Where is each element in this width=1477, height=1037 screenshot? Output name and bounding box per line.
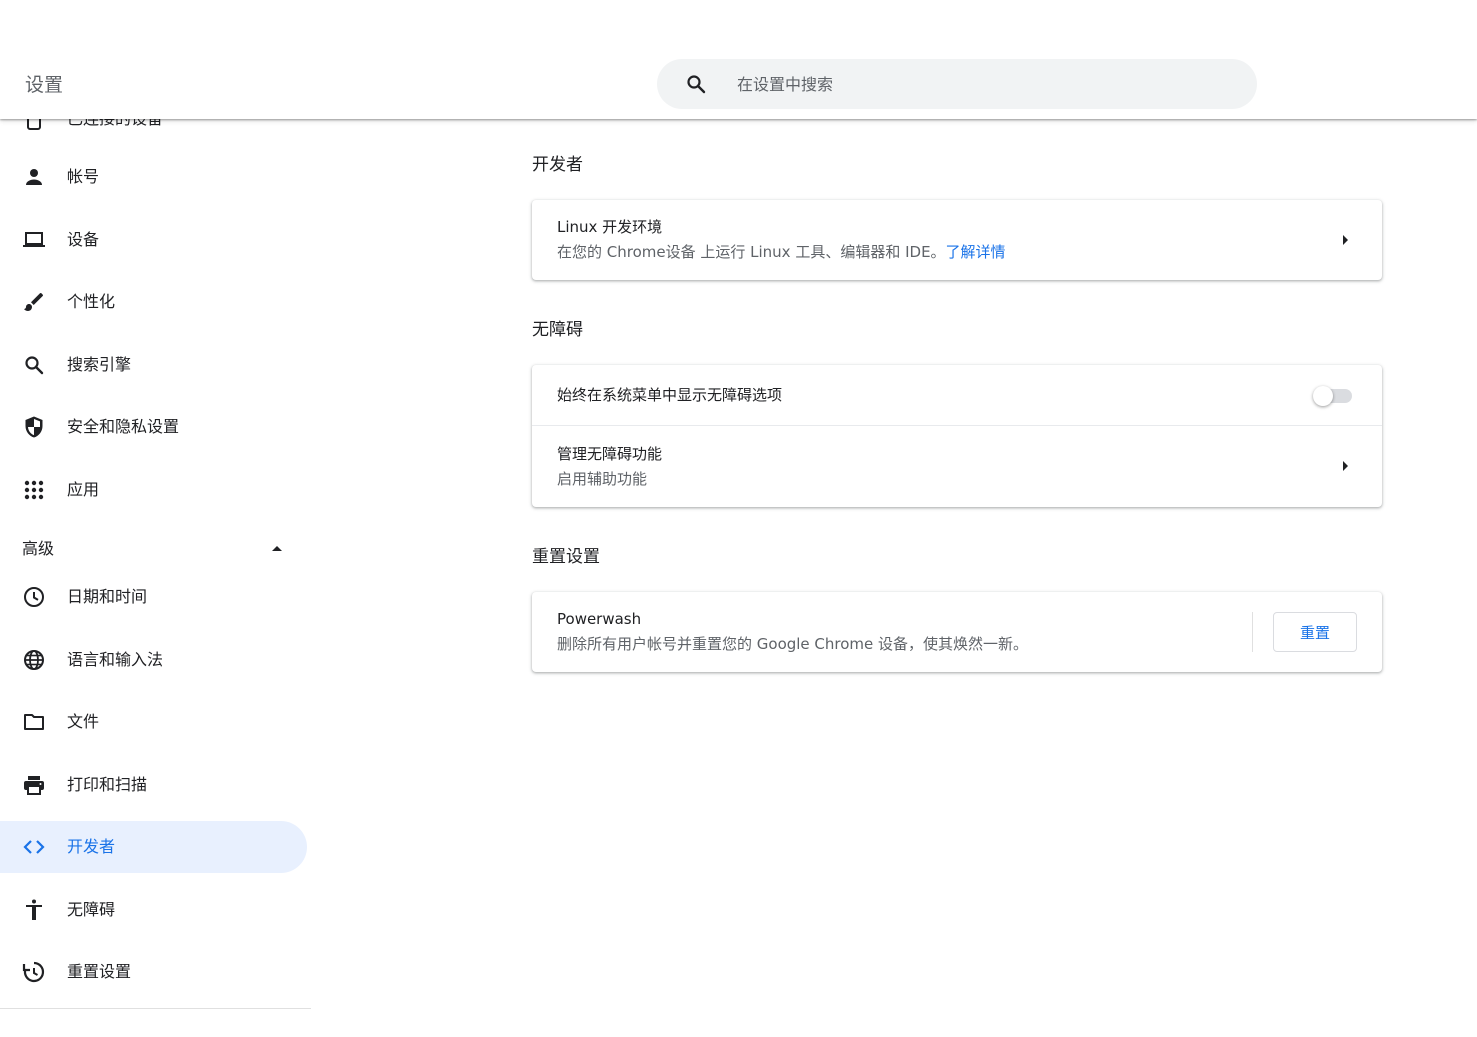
powerwash-row: Powerwash 删除所有用户帐号并重置您的 Google Chrome 设备… xyxy=(532,592,1382,672)
brush-icon xyxy=(24,293,43,311)
sidebar-item-connected-devices[interactable]: 已连接的设备 xyxy=(0,119,307,145)
sidebar-item-device[interactable]: 设备 xyxy=(0,214,307,266)
accessibility-icon xyxy=(26,899,42,920)
sidebar-item-files[interactable]: 文件 xyxy=(0,696,307,748)
page-title: 设置 xyxy=(25,74,64,96)
sidebar-item-label: 重置设置 xyxy=(67,962,132,981)
sidebar-item-print-scan[interactable]: 打印和扫描 xyxy=(0,759,307,811)
section-title-accessibility: 无障碍 xyxy=(532,320,583,340)
search-icon[interactable] xyxy=(684,72,708,96)
advanced-label: 高级 xyxy=(22,539,55,558)
sidebar-item-label: 安全和隐私设置 xyxy=(67,417,180,436)
folder-icon xyxy=(24,714,44,730)
sidebar-item-label: 已连接的设备 xyxy=(67,119,163,130)
sidebar-item-label: 搜索引擎 xyxy=(67,355,132,374)
search-input[interactable] xyxy=(737,59,1217,109)
person-icon xyxy=(26,169,42,185)
sidebar-item-label: 设备 xyxy=(67,230,100,249)
code-icon xyxy=(23,840,45,854)
powerwash-subtitle: 删除所有用户帐号并重置您的 Google Chrome 设备，使其焕然一新。 xyxy=(557,635,1029,653)
apps-grid-icon xyxy=(24,480,44,500)
sidebar: 已连接的设备 帐号 设备 个性化 搜索引擎 安全和隐私设置 应用 高级 日期和时… xyxy=(0,119,311,1037)
sidebar-item-personalization[interactable]: 个性化 xyxy=(0,276,307,328)
sidebar-item-reset-settings[interactable]: 重置设置 xyxy=(0,946,307,998)
linux-dev-env-row[interactable]: Linux 开发环境 在您的 Chrome设备 上运行 Linux 工具、编辑器… xyxy=(532,200,1382,280)
sidebar-item-label: 无障碍 xyxy=(67,900,116,919)
sidebar-item-search-engine[interactable]: 搜索引擎 xyxy=(0,339,307,391)
caret-up-icon xyxy=(272,546,282,551)
clock-icon xyxy=(24,587,44,607)
arrow-right-icon xyxy=(1343,461,1348,471)
sidebar-item-label: 帐号 xyxy=(67,167,100,186)
sidebar-item-label: 文件 xyxy=(67,712,100,731)
sidebar-item-label: 开发者 xyxy=(67,837,116,856)
sidebar-item-developers[interactable]: 开发者 xyxy=(0,821,307,873)
always-show-a11y-row[interactable]: 始终在系统菜单中显示无障碍选项 xyxy=(532,365,1382,425)
toggle-knob xyxy=(1313,386,1333,406)
globe-icon xyxy=(24,650,44,670)
always-show-a11y-toggle[interactable] xyxy=(1313,385,1353,406)
sidebar-divider xyxy=(0,1008,311,1009)
sidebar-item-label: 打印和扫描 xyxy=(67,775,148,794)
arrow-right-icon xyxy=(1343,235,1348,245)
sidebar-item-label: 日期和时间 xyxy=(67,587,148,606)
learn-more-link[interactable]: 了解详情 xyxy=(946,243,1006,261)
section-title-reset: 重置设置 xyxy=(532,547,600,567)
sidebar-item-label: 个性化 xyxy=(67,292,116,311)
sidebar-item-apps[interactable]: 应用 xyxy=(0,464,307,516)
sidebar-item-account[interactable]: 帐号 xyxy=(0,151,307,203)
manage-a11y-title: 管理无障碍功能 xyxy=(557,445,663,463)
restore-icon xyxy=(22,961,45,983)
sidebar-item-label: 语言和输入法 xyxy=(67,650,164,669)
linux-dev-env-subtitle: 在您的 Chrome设备 上运行 Linux 工具、编辑器和 IDE。了解详情 xyxy=(557,243,1006,261)
search-icon xyxy=(25,356,44,375)
sidebar-item-label: 应用 xyxy=(67,480,100,499)
reset-card: Powerwash 删除所有用户帐号并重置您的 Google Chrome 设备… xyxy=(532,592,1382,672)
top-header: 设置 xyxy=(0,0,1477,119)
manage-a11y-row[interactable]: 管理无障碍功能 启用辅助功能 xyxy=(532,426,1382,507)
shield-icon xyxy=(25,416,43,438)
accessibility-card: 始终在系统菜单中显示无障碍选项 管理无障碍功能 启用辅助功能 xyxy=(532,365,1382,507)
reset-button[interactable]: 重置 xyxy=(1273,612,1357,652)
sidebar-item-security-privacy[interactable]: 安全和隐私设置 xyxy=(0,401,307,453)
developers-card: Linux 开发环境 在您的 Chrome设备 上运行 Linux 工具、编辑器… xyxy=(532,200,1382,280)
sidebar-item-languages[interactable]: 语言和输入法 xyxy=(0,634,307,686)
laptop-icon xyxy=(23,232,45,247)
vertical-divider xyxy=(1252,612,1253,652)
sidebar-item-accessibility[interactable]: 无障碍 xyxy=(0,884,307,936)
printer-icon xyxy=(24,776,44,795)
section-title-developers: 开发者 xyxy=(532,155,583,175)
linux-dev-env-title: Linux 开发环境 xyxy=(557,218,663,236)
sidebar-item-date-time[interactable]: 日期和时间 xyxy=(0,571,307,623)
phone-icon xyxy=(27,119,41,130)
powerwash-title: Powerwash xyxy=(557,610,642,628)
advanced-section-toggle[interactable]: 高级 xyxy=(0,527,307,571)
search-box[interactable] xyxy=(657,59,1257,109)
manage-a11y-subtitle: 启用辅助功能 xyxy=(557,470,648,488)
always-show-a11y-label: 始终在系统菜单中显示无障碍选项 xyxy=(557,386,783,404)
